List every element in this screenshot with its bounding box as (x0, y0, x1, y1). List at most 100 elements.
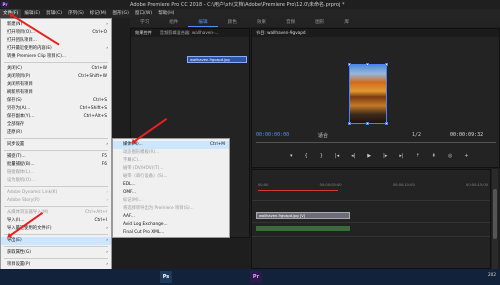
menu-item-capture[interactable]: 捕捉(T)... F5 (1, 153, 111, 161)
workspace-tab-graphics[interactable]: 图形 (305, 18, 334, 27)
work-area-bar[interactable] (258, 190, 338, 191)
menu-item-open-recent[interactable]: 打开最近使用的内容(E) › (1, 45, 111, 53)
workspace-tab-color[interactable]: 颜色 (218, 18, 247, 27)
add-icon[interactable]: + (464, 153, 468, 159)
transport-controls: ▾ { } |◂ ◂| ▶ |▸ ▸| ⇡ ⇞ ◎ + (290, 153, 469, 159)
menu-item-label: AAF... (123, 214, 135, 219)
fit-dropdown[interactable]: 适合 (318, 132, 328, 139)
resolution-dropdown[interactable]: 1/2 (412, 132, 421, 138)
menu-item-link-media[interactable]: 链接媒体(L)... (1, 169, 111, 177)
menu-item-get-properties[interactable]: 获取属性(G) › (1, 249, 111, 257)
submenu-item-omf[interactable]: OMF... (113, 189, 229, 197)
go-to-in-icon[interactable]: |◂ (335, 153, 339, 159)
menu-item-save-all[interactable]: 全部保存 (1, 121, 111, 129)
menu-item-make-offline[interactable]: 设为脱机(O)... (1, 177, 111, 185)
menu-item-label: 打开项目(O)... (7, 30, 36, 35)
menu-item-batch-capture[interactable]: 批量捕捉(B)... F6 (1, 161, 111, 169)
workspace-tab-assembly[interactable]: 组件 (159, 18, 188, 27)
menu-item-save-copy[interactable]: 保存副本(Y)... Ctrl+Alt+S (1, 113, 111, 121)
menu-item-label: 全部保存 (7, 122, 25, 127)
menu-item-import[interactable]: 导入(I)... Ctrl+I (1, 217, 111, 225)
menu-item-export[interactable]: 导出(E) › (1, 237, 111, 245)
timeline-clip[interactable]: wallhaven-9gvapd.jpg [V] (256, 212, 350, 219)
menu-item-revert[interactable]: 还原(R) (1, 129, 111, 137)
submenu-item-tape-dv[interactable]: 磁带 (DV/HDV)(T)... (113, 165, 229, 173)
submenu-item-captions[interactable]: 字幕(C)... (113, 157, 229, 165)
transform-handle[interactable] (348, 63, 351, 66)
menu-item-adobe-story[interactable]: Adobe Story(R) › (1, 197, 111, 205)
marker-icon[interactable]: ▾ (290, 153, 293, 159)
submenu-item-avid-log[interactable]: Avid Log Exchange... (113, 221, 229, 229)
premiere-taskbar-icon[interactable]: Pr (250, 271, 262, 283)
menu-item-import-from-browser[interactable]: 从媒体浏览器导入(M) Ctrl+Alt+I (1, 209, 111, 217)
menu-edit[interactable]: 编辑(E) (21, 9, 43, 18)
scrollbar-thumb[interactable] (493, 189, 497, 239)
step-back-icon[interactable]: ◂| (351, 153, 355, 159)
timeline-scrollbar[interactable] (492, 169, 498, 269)
mark-out-icon[interactable]: } (320, 153, 323, 159)
submenu-item-aaf[interactable]: AAF... (113, 213, 229, 221)
menu-item-open-project[interactable]: 打开项目(O)... Ctrl+O (1, 29, 111, 37)
menu-graphics[interactable]: 图形(G) (110, 9, 132, 18)
transform-handle[interactable] (366, 63, 369, 66)
transform-handle[interactable] (385, 122, 388, 125)
menu-marker[interactable]: 标记(M) (87, 9, 110, 18)
menu-item-label: 将选择项导出为 Premiere 项目(S)... (123, 206, 194, 211)
window-title: Adobe Premiere Pro CC 2018 - C:\用户\xh\文档… (130, 2, 345, 8)
timeline-ruler[interactable]: 00:00 00:00:05:00 00:00:10:00 00:00:15:0… (258, 183, 488, 189)
workspace-tab-audio[interactable]: 音频 (276, 18, 305, 27)
menu-item-project-settings[interactable]: 项目设置(P) › (1, 261, 111, 269)
workspace-tab-learn[interactable]: 学习 (130, 18, 159, 27)
submenu-item-motion-template[interactable]: 动态图形模板(R)... (113, 149, 229, 157)
go-to-out-icon[interactable]: ▸| (399, 153, 403, 159)
menu-item-close[interactable]: 关闭(C) Ctrl+W (1, 65, 111, 73)
workspace-tab-libraries[interactable]: 库 (334, 18, 359, 27)
menu-item-refresh-all[interactable]: 刷新所有项目 (1, 89, 111, 97)
menu-item-convert-clip[interactable]: 转换 Premiere Clip 项目(C)... (1, 53, 111, 61)
menu-clip[interactable]: 剪辑(C) (43, 9, 65, 18)
menu-sequence[interactable]: 序列(S) (65, 9, 87, 18)
menu-shortcut: Ctrl+Shift+S (79, 106, 107, 111)
mark-in-icon[interactable]: { (305, 153, 308, 159)
menu-item-close-project[interactable]: 关闭项目(P) Ctrl+Shift+W (1, 73, 111, 81)
submenu-item-edl[interactable]: EDL... (113, 181, 229, 189)
menu-item-label: 链接媒体(L)... (7, 170, 35, 175)
submenu-item-fcp-xml[interactable]: Final Cut Pro XML... (113, 229, 229, 237)
transform-handle[interactable] (366, 122, 369, 125)
ruler-tick: 00:00:15:00 (466, 183, 488, 187)
menu-item-label: 新建(N) (7, 22, 23, 27)
menu-item-new[interactable]: 新建(N) › (1, 21, 111, 29)
menu-item-sync-settings[interactable]: 同步设置 › (1, 141, 111, 149)
program-scrubber[interactable] (256, 142, 496, 143)
export-frame-icon[interactable]: ◎ (448, 153, 452, 159)
workspace-tab-effects[interactable]: 效果 (247, 18, 276, 27)
submenu-item-tape-serial[interactable]: 磁带（串行设备）(S)... (113, 173, 229, 181)
tab-audio-clip-mixer[interactable]: 音频剪辑混合器: wallhaven-... (156, 29, 223, 37)
menu-item-save-as[interactable]: 另存为(A)... Ctrl+Shift+S (1, 105, 111, 113)
extract-icon[interactable]: ⇞ (432, 153, 436, 159)
menu-separator (4, 138, 108, 139)
menu-item-save[interactable]: 保存(S) Ctrl+S (1, 97, 111, 105)
program-timecode[interactable]: 00:00:00:00 (256, 132, 289, 138)
menu-item-dynamic-link[interactable]: Adobe Dynamic Link(K) › (1, 189, 111, 197)
program-video-frame[interactable] (348, 63, 388, 125)
workspace-tab-editing[interactable]: 编辑 (188, 18, 218, 27)
photoshop-taskbar-icon[interactable]: Ps (160, 271, 172, 283)
step-forward-icon[interactable]: |▸ (383, 153, 387, 159)
menu-help[interactable]: 帮助(H) (155, 9, 177, 18)
tab-program[interactable]: 节目: wallhaven-9gvapd (252, 29, 310, 37)
tab-effect-controls[interactable]: 效果控件 (131, 29, 156, 37)
transform-handle[interactable] (385, 63, 388, 66)
menu-item-label: Avid Log Exchange... (123, 222, 168, 227)
play-icon[interactable]: ▶ (367, 153, 371, 159)
transform-handle[interactable] (348, 122, 351, 125)
menu-window[interactable]: 窗口(W) (132, 9, 155, 18)
lift-icon[interactable]: ⇡ (416, 153, 420, 159)
source-clip-bar[interactable]: wallhaven-9gvapd.jpg (187, 56, 247, 63)
submenu-item-markers[interactable]: 标记(M)... (113, 197, 229, 205)
menu-item-label: 刷新所有项目 (7, 90, 33, 95)
menu-item-close-all[interactable]: 关闭所有项目 (1, 81, 111, 89)
submenu-item-selection-as-project[interactable]: 将选择项导出为 Premiere 项目(S)... (113, 205, 229, 213)
audio-track-clip[interactable] (256, 226, 350, 231)
menu-shortcut: Ctrl+W (91, 66, 108, 71)
